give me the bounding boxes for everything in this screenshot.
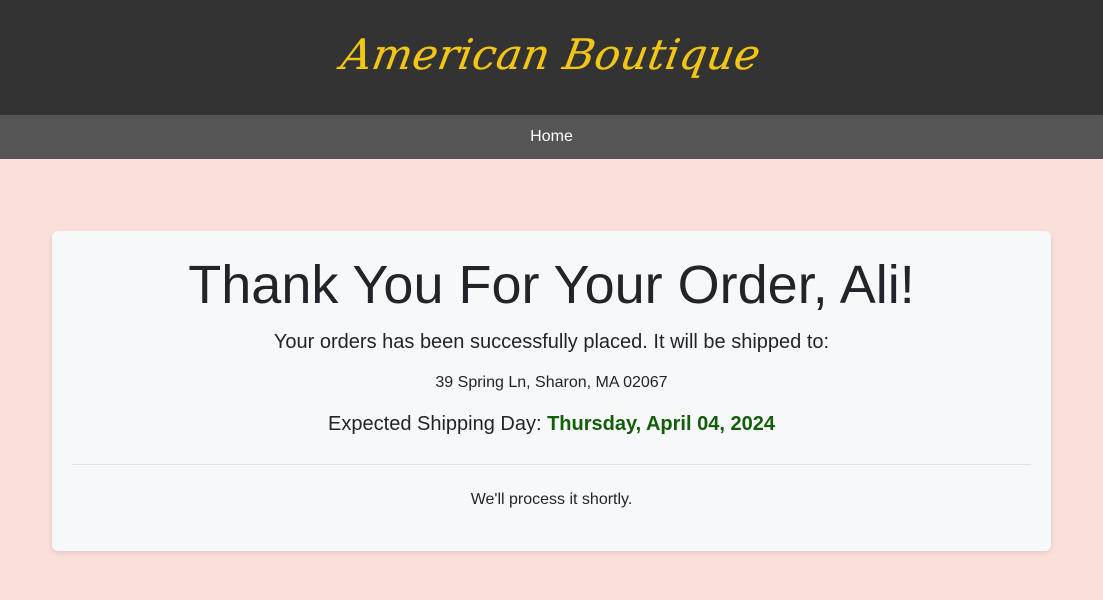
site-header: American Boutique [0, 0, 1103, 115]
confirmation-title: Thank You For Your Order, Ali! [188, 255, 915, 315]
card-divider [72, 464, 1031, 465]
brand-logo[interactable]: American Boutique [338, 30, 765, 79]
shipping-address: 39 Spring Ln, Sharon, MA 02067 [435, 374, 668, 391]
expected-shipping-line: Expected Shipping Day: Thursday, April 0… [52, 413, 1051, 436]
main-navbar: Home [0, 115, 1103, 159]
confirmation-message: Your orders has been successfully placed… [273, 331, 830, 353]
order-confirmation-card: Thank You For Your Order, Ali! Your orde… [52, 231, 1051, 551]
shipping-date: Thursday, April 04, 2024 [547, 413, 775, 435]
nav-link-home[interactable]: Home [530, 128, 573, 146]
processing-note: We'll process it shortly. [470, 491, 633, 508]
shipping-label: Expected Shipping Day: [328, 413, 548, 435]
